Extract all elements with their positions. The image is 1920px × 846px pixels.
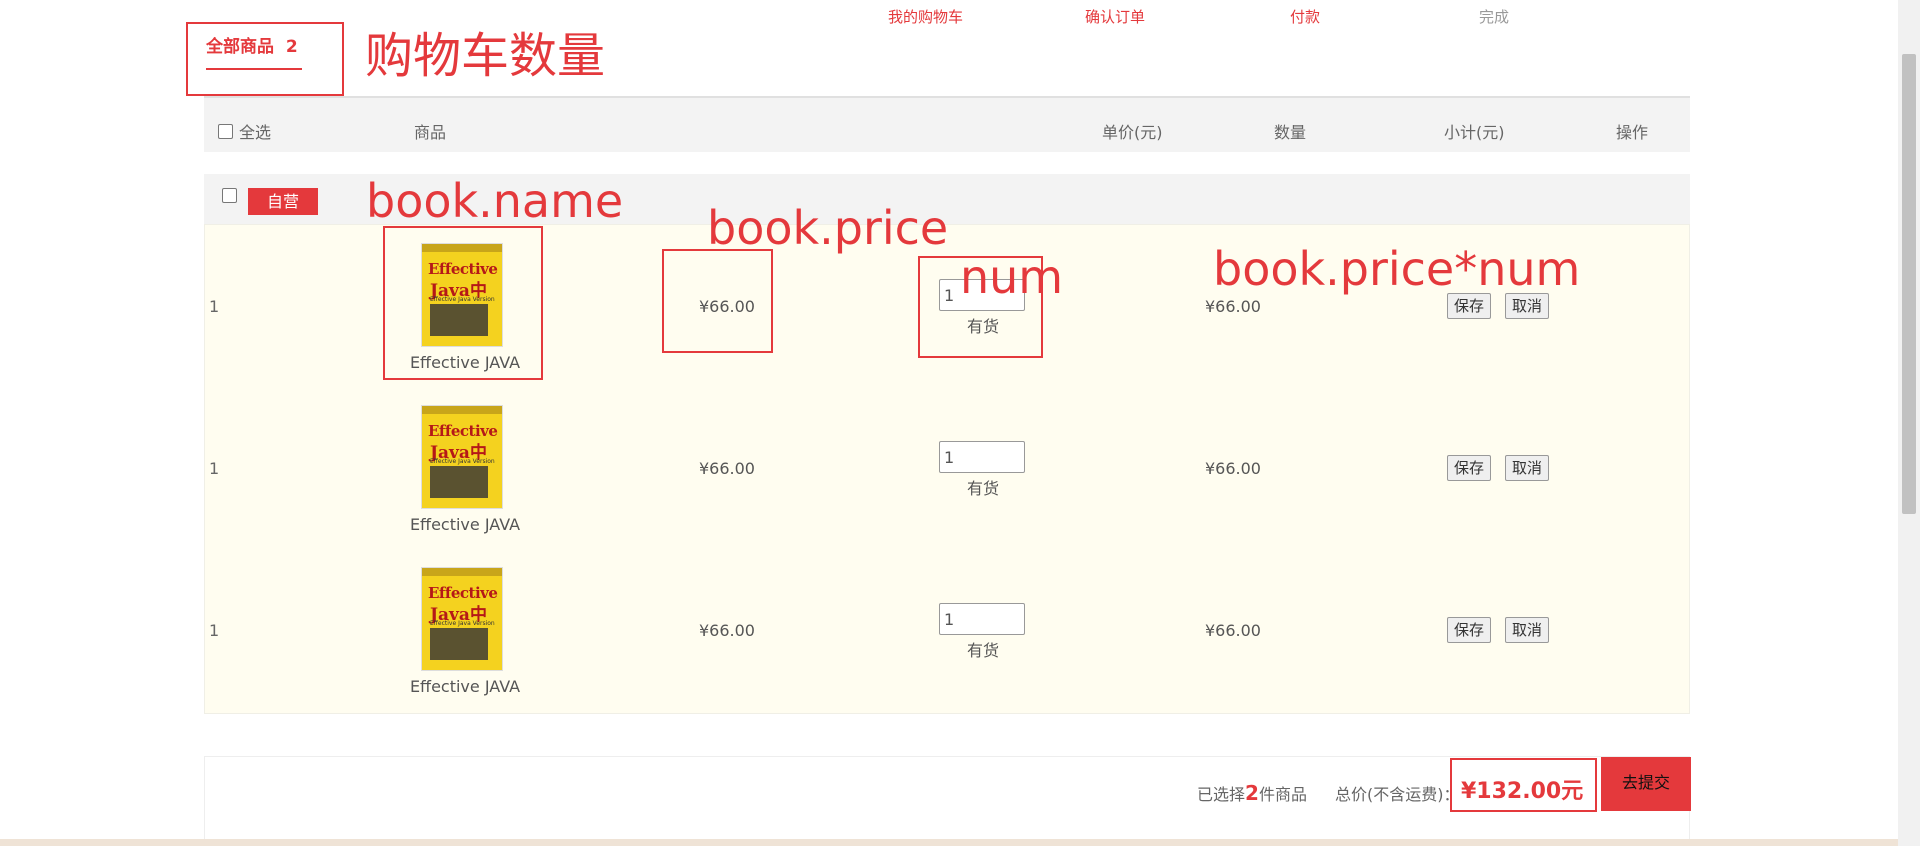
unit-price: ¥66.00 [699,621,755,640]
step-complete[interactable]: 完成 [1479,6,1509,27]
cancel-button[interactable]: 取消 [1505,455,1550,481]
quantity-input[interactable] [939,441,1025,473]
select-all-label: 全选 [239,123,272,142]
item-index: 1 [209,297,220,316]
cart-count: 2 [285,37,298,57]
all-goods-tab-label: 全部商品 2 [206,37,298,57]
cover-illustration [430,466,488,498]
bottom-strip [0,839,1898,846]
annotation-box-price [662,249,773,353]
header-goods: 商品 [414,123,447,142]
annotation-subtotal: book.price*num [1213,242,1581,296]
annotation-num: num [960,250,1064,304]
item-index: 1 [209,621,220,640]
book-cover-image[interactable]: Effective Java中文版 Effective Java Version [421,405,503,509]
scrollbar-thumb[interactable] [1902,54,1916,514]
item-subtotal: ¥66.00 [1205,459,1261,478]
annotation-book-name: book.name [366,174,624,228]
save-button[interactable]: 保存 [1447,293,1492,319]
stock-status: 有货 [967,641,1000,660]
header-subtotal: 小计(元) [1444,123,1505,142]
item-subtotal: ¥66.00 [1205,297,1261,316]
cover-top-bar [422,406,502,414]
quantity-input[interactable] [939,603,1025,635]
book-cover-image[interactable]: Effective Java中文版 Effective Java Version [421,567,503,671]
step-payment[interactable]: 付款 [1290,6,1320,27]
selected-count-text: 已选择2件商品 [1197,781,1307,805]
header-actions: 操作 [1616,123,1649,142]
selected-count: 2 [1245,781,1259,805]
cover-top-bar [422,568,502,576]
step-confirm-order[interactable]: 确认订单 [1085,6,1145,27]
cart-table-header: 全选 商品 单价(元) 数量 小计(元) 操作 [204,96,1690,152]
cart-item: 1 Effective Java中文版 Effective Java Versi… [205,549,1691,711]
item-subtotal: ¥66.00 [1205,621,1261,640]
shop-checkbox[interactable] [222,188,237,203]
step-my-cart[interactable]: 我的购物车 [888,6,963,27]
select-all-checkbox[interactable] [218,123,233,139]
cancel-button[interactable]: 取消 [1505,293,1550,319]
unit-price: ¥66.00 [699,459,755,478]
submit-button[interactable]: 去提交 [1601,757,1691,811]
all-goods-tab[interactable]: 全部商品 2 [186,22,344,96]
header-quantity: 数量 [1274,123,1307,142]
cancel-button[interactable]: 取消 [1505,617,1550,643]
save-button[interactable]: 保存 [1447,617,1492,643]
self-operated-badge: 自营 [248,188,318,215]
total-label: 总价(不含运费)： [1335,785,1460,804]
cover-illustration [430,628,488,660]
cover-subtitle: Effective Java Version [430,458,495,465]
item-index: 1 [209,459,220,478]
annotation-box-total [1450,758,1597,812]
cover-subtitle: Effective Java Version [430,620,495,627]
annotation-cart-count: 购物车数量 [365,28,606,84]
header-unit-price: 单价(元) [1102,123,1163,142]
select-all[interactable]: 全选 [218,119,271,143]
book-name[interactable]: Effective JAVA [405,515,525,534]
stock-status: 有货 [967,479,1000,498]
vertical-scrollbar[interactable] [1898,0,1920,846]
book-name[interactable]: Effective JAVA [405,677,525,696]
annotation-book-price: book.price [707,201,949,255]
tab-underline [206,68,302,70]
save-button[interactable]: 保存 [1447,455,1492,481]
annotation-box-name [383,226,543,380]
cart-item: 1 Effective Java中文版 Effective Java Versi… [205,387,1691,549]
